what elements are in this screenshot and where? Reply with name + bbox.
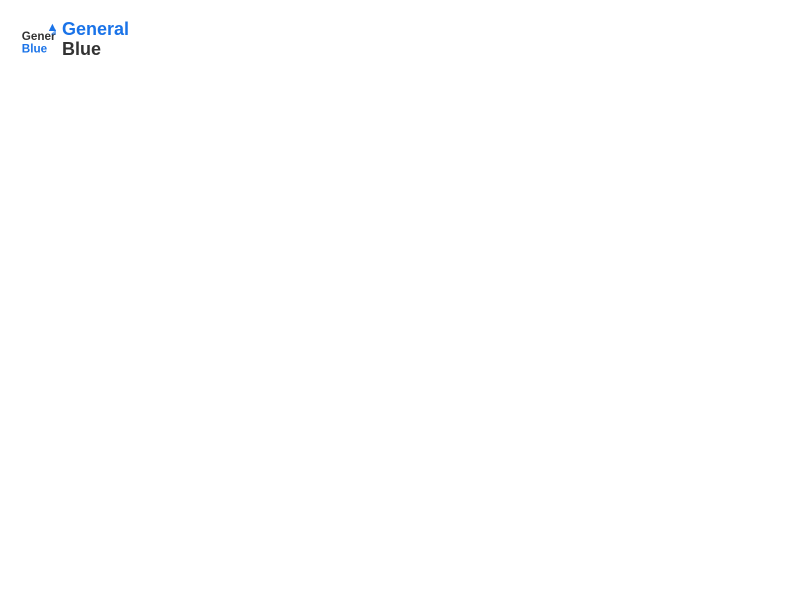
svg-text:General: General: [22, 30, 56, 43]
logo: General Blue GeneralBlue: [20, 20, 129, 60]
svg-text:Blue: Blue: [22, 42, 48, 55]
logo-text: GeneralBlue: [62, 20, 129, 60]
page-header: General Blue GeneralBlue: [20, 20, 772, 60]
logo-icon: General Blue: [20, 22, 56, 58]
